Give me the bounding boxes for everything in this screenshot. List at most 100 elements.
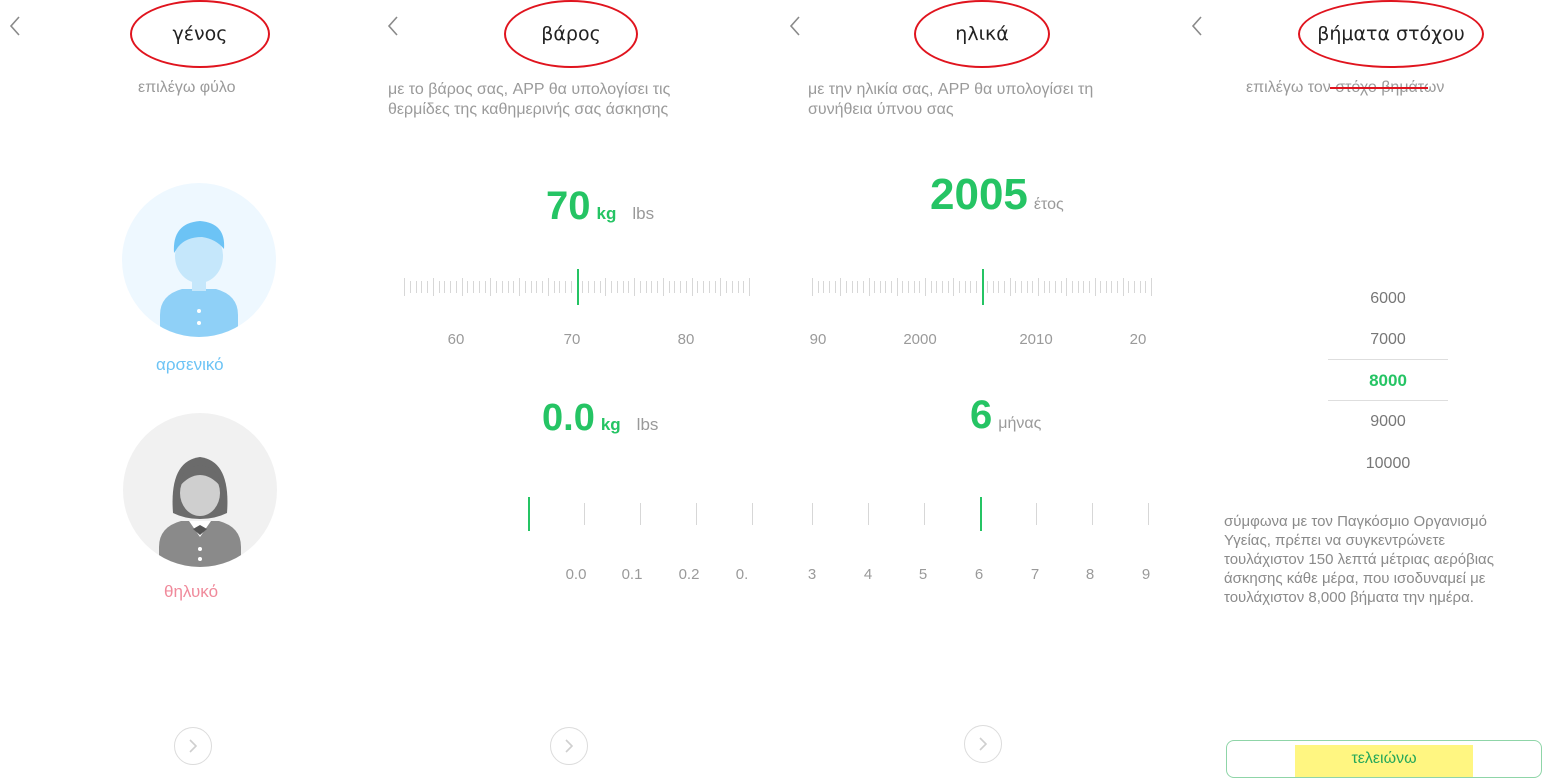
- month-value-display: 6 μήνας: [970, 393, 1041, 438]
- chevron-right-icon: [189, 739, 198, 753]
- ruler-tick: [930, 281, 932, 293]
- female-avatar[interactable]: [123, 413, 277, 567]
- year-unit: έτος: [1033, 196, 1064, 213]
- weight-panel: βάρος με το βάρος σας, APP θα υπολογίσει…: [378, 0, 774, 781]
- age-panel: ηλικά με την ηλικία σας, APP θα υπολογίσ…: [774, 0, 1170, 781]
- weight-fraction-display: 0.0 kg lbs: [542, 397, 658, 440]
- ruler-tick-selected: [980, 497, 982, 531]
- ruler-tick: [542, 281, 543, 293]
- ruler-tick: [1105, 281, 1107, 293]
- year-value-display: 2005 έτος: [930, 170, 1064, 220]
- ruler-tick: [421, 281, 423, 293]
- ruler-tick: [731, 281, 733, 293]
- ruler-tick: [507, 281, 509, 293]
- ruler-tick: [925, 278, 926, 296]
- male-avatar[interactable]: [122, 183, 276, 337]
- ruler-label: 2010: [1019, 331, 1053, 348]
- ruler-tick: [868, 503, 869, 525]
- age-subtitle: με την ηλικία σας, APP θα υπολογίσει τη …: [808, 81, 1094, 118]
- ruler-tick: [913, 281, 915, 293]
- ruler-label: 2000: [903, 331, 937, 348]
- ruler-tick: [639, 281, 641, 293]
- ruler-tick: [484, 281, 486, 293]
- ruler-tick: [879, 281, 881, 293]
- ruler-tick: [1094, 278, 1096, 296]
- step-option[interactable]: 7000: [1328, 331, 1448, 349]
- ruler-tick: [941, 281, 943, 293]
- ruler-label: 8: [1085, 566, 1095, 583]
- ruler-tick: [1036, 503, 1037, 525]
- ruler-tick: [1134, 281, 1136, 293]
- done-button[interactable]: τελειώνω: [1226, 740, 1542, 778]
- ruler-tick: [1088, 281, 1090, 293]
- next-button[interactable]: [964, 725, 1002, 763]
- ruler-tick: [559, 281, 561, 293]
- ruler-tick: [1004, 281, 1006, 293]
- step-option[interactable]: 9000: [1328, 413, 1448, 431]
- weight-ruler-slider[interactable]: [402, 268, 752, 306]
- ruler-label: 4: [863, 566, 873, 583]
- ruler-tick-selected: [576, 269, 579, 305]
- ruler-tick: [427, 281, 428, 293]
- ruler-tick: [404, 278, 405, 296]
- ruler-tick: [1066, 278, 1068, 296]
- year-ruler-slider[interactable]: [810, 268, 1154, 306]
- ruler-tick: [565, 281, 566, 293]
- step-option[interactable]: 10000: [1328, 455, 1448, 473]
- ruler-tick: [947, 281, 949, 293]
- ruler-tick: [1054, 281, 1056, 293]
- month-ruler-slider[interactable]: [794, 494, 1164, 534]
- ruler-tick: [668, 281, 670, 293]
- ruler-tick: [519, 278, 520, 296]
- unit-kg-toggle[interactable]: kg: [601, 415, 621, 435]
- ruler-label: 60: [447, 331, 465, 348]
- male-label[interactable]: αρσενικό: [156, 355, 224, 375]
- ruler-tick: [450, 281, 451, 293]
- ruler-tick: [1049, 281, 1051, 293]
- weight-value: 70: [546, 184, 591, 228]
- ruler-tick: [432, 278, 434, 296]
- ruler-label: 6: [974, 566, 984, 583]
- ruler-tick: [812, 503, 813, 525]
- picker-divider: [1328, 400, 1448, 401]
- ruler-tick: [599, 281, 601, 293]
- ruler-tick: [828, 281, 830, 293]
- back-chevron-icon[interactable]: [386, 14, 408, 42]
- ruler-tick: [547, 278, 549, 296]
- ruler-tick: [1032, 281, 1034, 293]
- step-option[interactable]: 6000: [1328, 290, 1448, 308]
- step-option-selected[interactable]: 8000: [1328, 371, 1448, 391]
- unit-lbs-toggle[interactable]: lbs: [632, 204, 654, 224]
- ruler-tick: [1060, 281, 1062, 293]
- ruler-tick: [634, 278, 635, 296]
- ruler-tick: [685, 281, 687, 293]
- ruler-tick: [691, 278, 693, 296]
- unit-kg-toggle[interactable]: kg: [597, 204, 617, 224]
- next-button[interactable]: [550, 727, 588, 765]
- ruler-tick: [885, 281, 887, 293]
- ruler-tick: [817, 281, 819, 293]
- female-label[interactable]: θηλυκό: [164, 582, 218, 602]
- ruler-tick: [415, 281, 417, 293]
- next-button[interactable]: [174, 727, 212, 765]
- back-chevron-icon[interactable]: [1190, 14, 1212, 42]
- ruler-label: 70: [563, 331, 581, 348]
- ruler-tick: [1077, 281, 1079, 293]
- ruler-tick: [1026, 281, 1028, 293]
- ruler-tick: [924, 503, 925, 525]
- ruler-tick: [501, 281, 503, 293]
- ruler-label: 0.1: [621, 566, 643, 583]
- back-chevron-icon[interactable]: [788, 14, 810, 42]
- ruler-tick: [936, 281, 938, 293]
- ruler-tick: [953, 278, 955, 296]
- ruler-label: 0.0: [565, 566, 587, 583]
- ruler-tick: [640, 503, 641, 525]
- ruler-tick: [992, 281, 994, 293]
- ruler-tick: [1083, 281, 1085, 293]
- unit-lbs-toggle[interactable]: lbs: [637, 415, 659, 435]
- weight-fraction-slider[interactable]: [528, 494, 768, 534]
- ruler-tick: [998, 281, 1000, 293]
- back-chevron-icon[interactable]: [8, 14, 30, 42]
- ruler-label: 20: [1129, 331, 1147, 348]
- ruler-label: 90: [809, 331, 827, 348]
